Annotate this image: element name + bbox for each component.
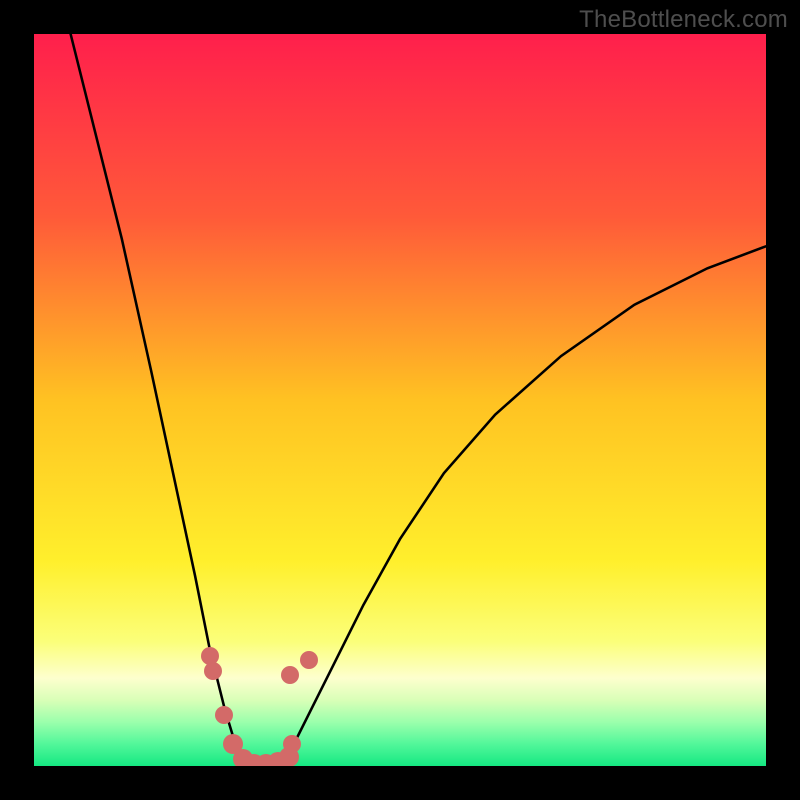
data-point-dot bbox=[283, 735, 301, 753]
watermark-text: TheBottleneck.com bbox=[579, 6, 788, 34]
chart-plot-area bbox=[34, 34, 766, 766]
data-point-dot bbox=[215, 706, 233, 724]
data-point-dot bbox=[204, 662, 222, 680]
data-point-dot bbox=[281, 666, 299, 684]
data-point-dot bbox=[300, 651, 318, 669]
data-dots bbox=[34, 34, 766, 766]
